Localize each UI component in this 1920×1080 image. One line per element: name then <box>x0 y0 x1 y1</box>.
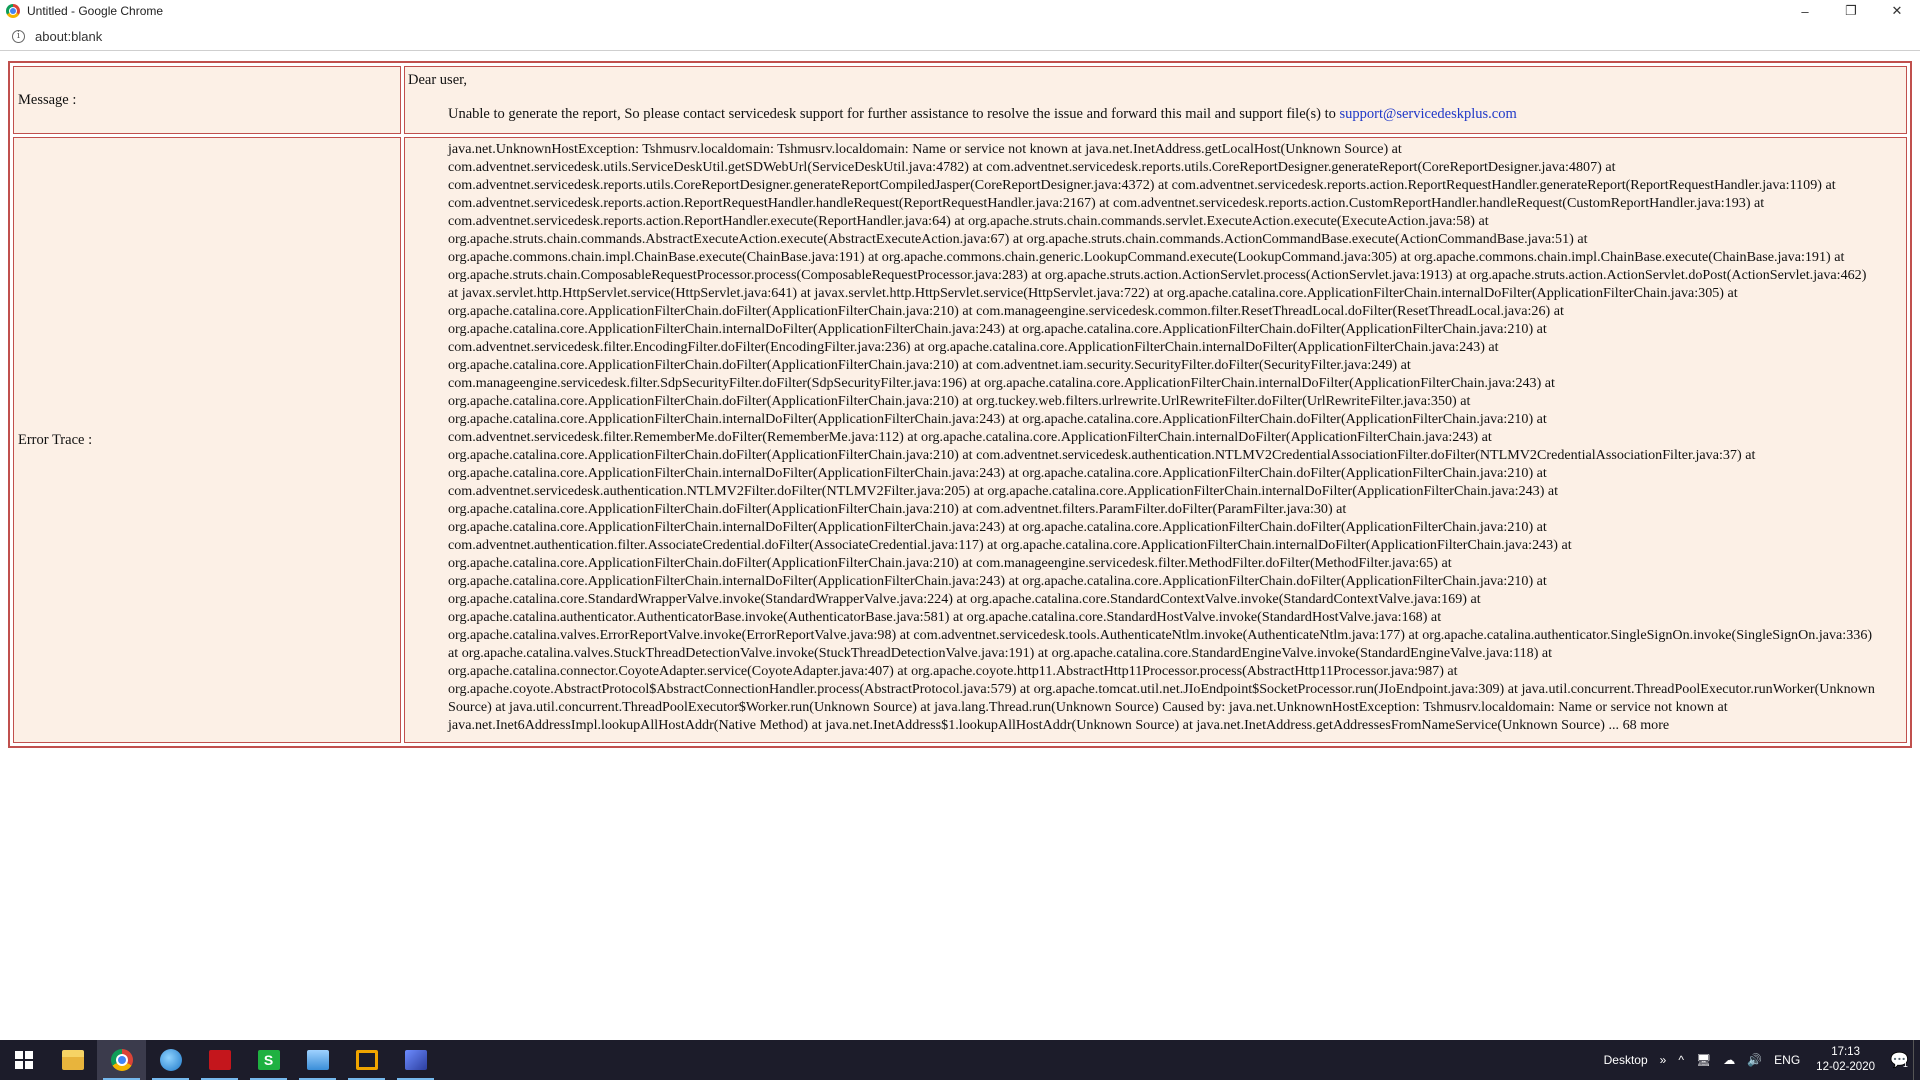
taskbar-s-app[interactable]: S <box>244 1040 293 1080</box>
report-error-table: Message : Dear user, Unable to generate … <box>8 61 1912 748</box>
remote-desktop-icon <box>306 1050 329 1070</box>
error-trace-row: Error Trace : java.net.UnknownHostExcept… <box>13 137 1907 743</box>
window-controls: – ❐ ✕ <box>1782 0 1920 22</box>
taskbar-remote-desktop[interactable] <box>293 1040 342 1080</box>
taskbar-acrobat[interactable] <box>195 1040 244 1080</box>
notification-center-button[interactable]: 💬 1 <box>1885 1051 1913 1069</box>
url-text[interactable]: about:blank <box>35 29 102 44</box>
windows-logo-icon <box>15 1051 33 1069</box>
tray-up-arrow-icon[interactable]: ^ <box>1672 1053 1690 1067</box>
network-icon[interactable]: 🖥 <box>1690 1053 1717 1067</box>
taskbar-tool-app[interactable] <box>391 1040 440 1080</box>
chrome-icon <box>110 1049 133 1071</box>
s-app-icon: S <box>257 1050 280 1070</box>
orange-box-icon <box>355 1050 378 1070</box>
clock-date: 12-02-2020 <box>1816 1061 1875 1073</box>
message-label: Message : <box>13 66 401 134</box>
clock[interactable]: 17:13 12-02-2020 <box>1806 1045 1885 1075</box>
globe-icon <box>159 1049 182 1071</box>
tool-app-icon <box>404 1050 427 1070</box>
taskbar-chrome[interactable] <box>97 1040 146 1080</box>
show-desktop-button[interactable] <box>1913 1040 1920 1080</box>
maximize-button[interactable]: ❐ <box>1828 0 1874 22</box>
onedrive-icon[interactable]: ☁ <box>1717 1053 1741 1067</box>
chrome-logo-icon <box>6 4 20 18</box>
message-cell: Dear user, Unable to generate the report… <box>404 66 1907 134</box>
windows-taskbar: S Desktop » ^ 🖥 ☁ 🔊 ENG 17:13 12-02-2020… <box>0 1040 1920 1080</box>
desktop-toolbar-label[interactable]: Desktop <box>1598 1053 1654 1067</box>
message-text: Unable to generate the report, So please… <box>448 106 1340 122</box>
taskbar-orange-box-app[interactable] <box>342 1040 391 1080</box>
notification-count: 1 <box>1902 1059 1908 1069</box>
message-body: Unable to generate the report, So please… <box>448 105 1902 123</box>
minimize-button[interactable]: – <box>1782 0 1828 22</box>
file-explorer-icon <box>61 1050 84 1070</box>
greeting-text: Dear user, <box>408 72 467 88</box>
chevron-right-icon[interactable]: » <box>1654 1053 1673 1067</box>
language-indicator[interactable]: ENG <box>1768 1053 1806 1067</box>
volume-icon[interactable]: 🔊 <box>1741 1053 1768 1067</box>
acrobat-pdf-icon <box>208 1050 231 1070</box>
error-trace-cell: java.net.UnknownHostException: Tshmusrv.… <box>404 137 1907 743</box>
taskbar-globe-app[interactable] <box>146 1040 195 1080</box>
message-row: Message : Dear user, Unable to generate … <box>13 66 1907 134</box>
error-trace-text: java.net.UnknownHostException: Tshmusrv.… <box>448 141 1875 733</box>
page-content: Message : Dear user, Unable to generate … <box>0 51 1920 1039</box>
address-bar[interactable]: i about:blank <box>0 22 1920 51</box>
start-button[interactable] <box>0 1040 48 1080</box>
site-info-icon[interactable]: i <box>12 29 25 43</box>
close-button[interactable]: ✕ <box>1874 0 1920 22</box>
clock-time: 17:13 <box>1831 1046 1860 1058</box>
taskbar-file-explorer[interactable] <box>48 1040 97 1080</box>
window-title-bar[interactable]: Untitled - Google Chrome – ❐ ✕ <box>0 0 1920 22</box>
window-title: Untitled - Google Chrome <box>27 4 164 18</box>
system-tray: Desktop » ^ 🖥 ☁ 🔊 ENG 17:13 12-02-2020 💬… <box>1598 1040 1920 1080</box>
error-trace-label: Error Trace : <box>13 137 401 743</box>
support-email-link[interactable]: support@servicedeskplus.com <box>1339 106 1516 122</box>
